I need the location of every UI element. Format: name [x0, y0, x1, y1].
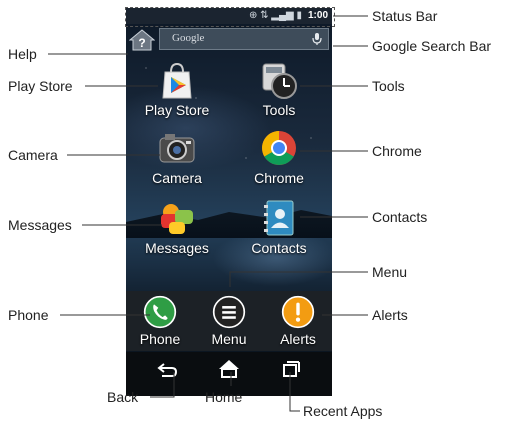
- callout-status-bar: Status Bar: [372, 8, 438, 24]
- callout-phone: Phone: [8, 307, 49, 323]
- callout-help: Help: [8, 46, 37, 62]
- callout-messages: Messages: [8, 217, 72, 233]
- callout-play-store: Play Store: [8, 78, 73, 94]
- callout-recent-apps: Recent Apps: [303, 403, 383, 419]
- callout-tools: Tools: [372, 78, 405, 94]
- callout-google-search-bar: Google Search Bar: [372, 38, 492, 54]
- callout-lines: [48, 15, 368, 412]
- callout-menu: Menu: [372, 264, 408, 280]
- callout-contacts: Contacts: [372, 209, 428, 225]
- callout-alerts: Alerts: [372, 307, 408, 323]
- callout-back: Back: [107, 389, 139, 405]
- callout-camera: Camera: [8, 147, 58, 163]
- callout-chrome: Chrome: [372, 143, 422, 159]
- callout-home: Home: [205, 389, 243, 405]
